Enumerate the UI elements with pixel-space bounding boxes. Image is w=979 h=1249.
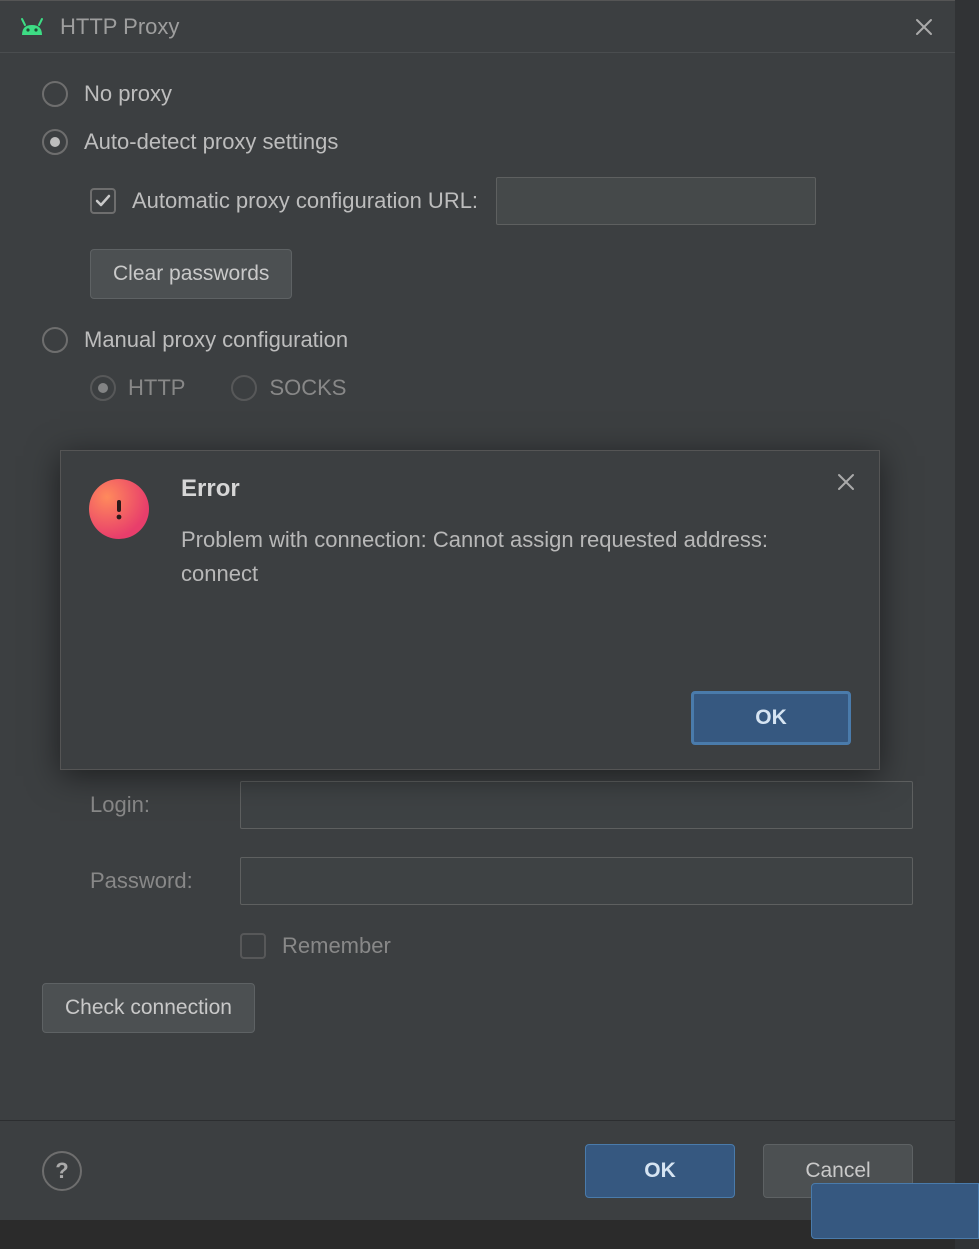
background-apply-button[interactable] xyxy=(811,1183,979,1239)
no-proxy-row: No proxy xyxy=(42,81,913,107)
error-text: Error Problem with connection: Cannot as… xyxy=(181,475,851,691)
auto-detect-row: Auto-detect proxy settings xyxy=(42,129,913,155)
ok-button[interactable]: OK xyxy=(585,1144,735,1198)
error-close-icon[interactable] xyxy=(833,469,859,495)
pac-url-row: Automatic proxy configuration URL: xyxy=(90,177,913,225)
http-radio xyxy=(90,375,116,401)
login-input xyxy=(240,781,913,829)
password-input xyxy=(240,857,913,905)
android-icon xyxy=(18,17,46,37)
background-strip xyxy=(955,0,979,1249)
no-proxy-radio[interactable] xyxy=(42,81,68,107)
manual-proxy-radio[interactable] xyxy=(42,327,68,353)
socks-radio xyxy=(231,375,257,401)
dialog-title: HTTP Proxy xyxy=(60,14,911,40)
pac-url-label: Automatic proxy configuration URL: xyxy=(132,188,478,214)
socks-label: SOCKS xyxy=(269,375,346,401)
manual-proxy-row: Manual proxy configuration xyxy=(42,327,913,353)
error-ok-button[interactable]: OK xyxy=(691,691,851,745)
error-message: Problem with connection: Cannot assign r… xyxy=(181,523,821,591)
login-label: Login: xyxy=(90,792,240,818)
remember-row: Remember xyxy=(240,933,913,959)
http-label: HTTP xyxy=(128,375,185,401)
pac-url-input[interactable] xyxy=(496,177,816,225)
pac-url-checkbox[interactable] xyxy=(90,188,116,214)
error-icon xyxy=(89,479,149,539)
error-footer: OK xyxy=(89,691,851,745)
manual-proxy-label: Manual proxy configuration xyxy=(84,327,348,353)
clear-passwords-button[interactable]: Clear passwords xyxy=(90,249,292,299)
clear-passwords-row: Clear passwords xyxy=(90,249,913,299)
check-connection-button[interactable]: Check connection xyxy=(42,983,255,1033)
check-connection-row: Check connection xyxy=(42,983,913,1033)
titlebar: HTTP Proxy xyxy=(0,1,955,53)
error-title: Error xyxy=(181,475,821,503)
password-label: Password: xyxy=(90,868,240,894)
help-icon[interactable]: ? xyxy=(42,1151,82,1191)
login-row: Login: xyxy=(90,781,913,829)
protocol-row: HTTP SOCKS xyxy=(90,375,913,401)
remember-checkbox xyxy=(240,933,266,959)
auto-detect-label: Auto-detect proxy settings xyxy=(84,129,338,155)
password-row: Password: xyxy=(90,857,913,905)
no-proxy-label: No proxy xyxy=(84,81,172,107)
close-icon[interactable] xyxy=(911,14,937,40)
remember-label: Remember xyxy=(282,933,391,959)
error-dialog: Error Problem with connection: Cannot as… xyxy=(60,450,880,770)
error-body: Error Problem with connection: Cannot as… xyxy=(89,475,851,691)
auto-detect-radio[interactable] xyxy=(42,129,68,155)
